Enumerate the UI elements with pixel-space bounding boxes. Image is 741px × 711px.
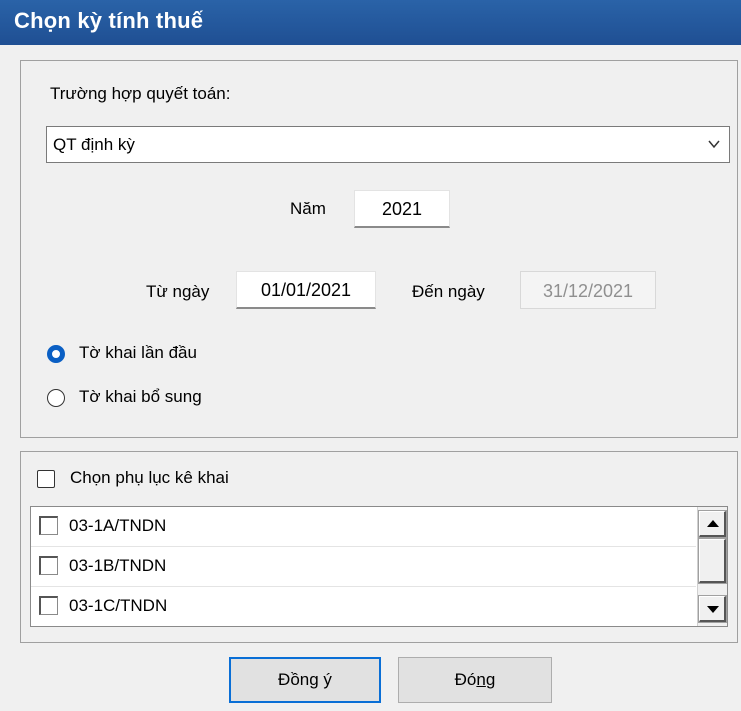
settlement-dropdown[interactable]: QT định kỳ [46, 126, 730, 163]
ok-button-label-end: ý [318, 670, 332, 689]
chevron-down-icon [708, 140, 720, 149]
scroll-up-button[interactable] [698, 510, 727, 538]
close-button-mnemonic: n [476, 670, 486, 689]
title-bar[interactable]: Chọn kỳ tính thuế [0, 0, 741, 45]
settlement-label: Trường hợp quyết toán: [50, 84, 231, 103]
close-button[interactable]: Đóng [398, 657, 552, 703]
appendix-item-checkbox[interactable] [39, 596, 58, 615]
appendix-listbox[interactable]: 03-1A/TNDN 03-1B/TNDN 03-1C/TNDN [30, 506, 728, 627]
first-declaration-label[interactable]: Tờ khai lần đầu [79, 343, 197, 363]
appendix-item-label: 03-1B/TNDN [69, 556, 167, 575]
scrollbar-thumb[interactable] [698, 538, 727, 584]
supplementary-declaration-label[interactable]: Tờ khai bổ sung [79, 387, 202, 407]
vertical-scrollbar[interactable] [697, 507, 727, 626]
settlement-selected-value: QT định kỳ [53, 135, 135, 154]
radio-supplementary-declaration[interactable] [47, 389, 65, 407]
appendix-item-checkbox[interactable] [39, 556, 58, 575]
from-date-input[interactable]: 01/01/2021 [236, 271, 376, 309]
window-title: Chọn kỳ tính thuế [14, 8, 204, 33]
close-button-label: Đó [454, 670, 477, 689]
ok-button-label: Đồn [278, 670, 310, 689]
arrow-up-icon [707, 520, 719, 527]
tax-period-group [20, 60, 738, 438]
arrow-down-icon [707, 606, 719, 613]
list-item[interactable]: 03-1A/TNDN [31, 507, 696, 547]
to-date-label: Đến ngày [412, 282, 485, 301]
close-button-label-end: g [485, 670, 496, 689]
to-date-input: 31/12/2021 [520, 271, 656, 309]
select-appendix-label[interactable]: Chọn phụ lục kê khai [70, 468, 229, 488]
ok-button-mnemonic: g [309, 670, 319, 689]
appendix-item-label: 03-1A/TNDN [69, 516, 167, 535]
list-item[interactable]: 03-1C/TNDN [31, 587, 696, 627]
scroll-down-button[interactable] [698, 595, 727, 623]
list-item[interactable]: 03-1B/TNDN [31, 547, 696, 587]
from-date-label: Từ ngày [146, 282, 210, 301]
appendix-item-checkbox[interactable] [39, 516, 58, 535]
radio-first-declaration[interactable] [47, 345, 65, 363]
appendix-item-label: 03-1C/TNDN [69, 596, 168, 615]
select-appendix-checkbox[interactable] [37, 470, 55, 488]
ok-button[interactable]: Đồng ý [229, 657, 381, 703]
year-input[interactable]: 2021 [354, 190, 450, 228]
year-label: Năm [290, 199, 326, 218]
